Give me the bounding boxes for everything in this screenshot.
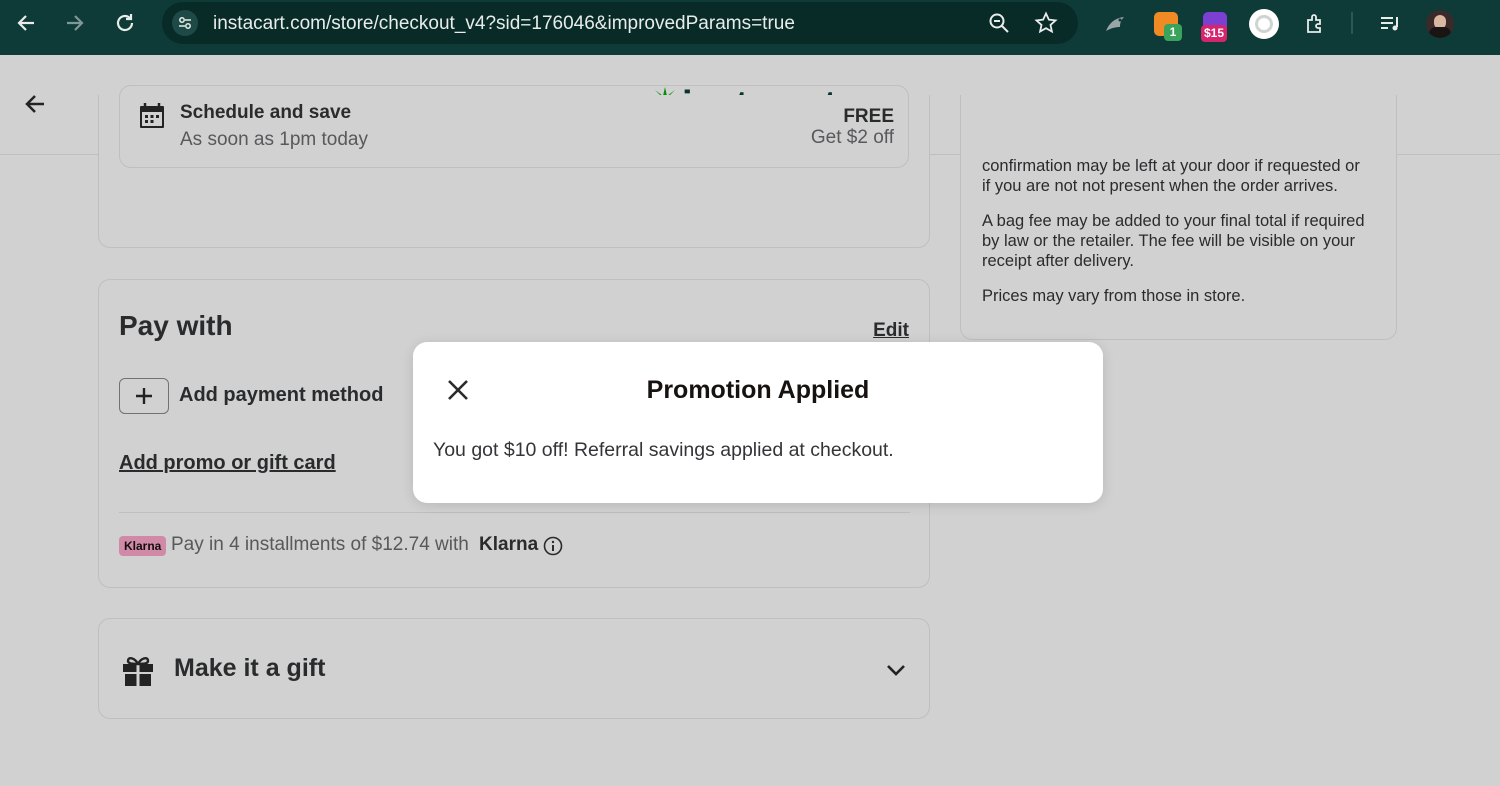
url-text[interactable]: instacart.com/store/checkout_v4?sid=1760… bbox=[213, 13, 795, 35]
modal-title: Promotion Applied bbox=[646, 376, 870, 404]
coupon-extension-icon[interactable]: $15 bbox=[1200, 9, 1230, 42]
back-icon[interactable] bbox=[12, 9, 40, 37]
address-bar[interactable]: instacart.com/store/checkout_v4?sid=1760… bbox=[162, 2, 1078, 44]
profile-extension-icon[interactable] bbox=[1249, 9, 1279, 39]
bird-extension-icon[interactable] bbox=[1100, 9, 1130, 39]
site-settings-icon[interactable] bbox=[172, 10, 198, 36]
bookmark-star-icon[interactable] bbox=[1034, 11, 1058, 40]
honey-extension-icon[interactable]: 1 bbox=[1151, 9, 1182, 41]
extension-badge: 1 bbox=[1164, 24, 1182, 41]
puzzle-extensions-icon[interactable] bbox=[1301, 9, 1331, 39]
reload-icon[interactable] bbox=[111, 9, 139, 37]
zoom-icon[interactable] bbox=[988, 12, 1010, 39]
promotion-modal: Promotion Applied You got $10 off! Refer… bbox=[413, 342, 1103, 503]
modal-message: You got $10 off! Referral savings applie… bbox=[433, 439, 894, 461]
forward-icon[interactable] bbox=[61, 9, 89, 37]
browser-toolbar: instacart.com/store/checkout_v4?sid=1760… bbox=[0, 0, 1500, 55]
avatar[interactable] bbox=[1425, 9, 1455, 39]
extension-badge: $15 bbox=[1201, 25, 1228, 42]
media-queue-icon[interactable] bbox=[1375, 9, 1405, 39]
toolbar-divider bbox=[1351, 12, 1353, 34]
